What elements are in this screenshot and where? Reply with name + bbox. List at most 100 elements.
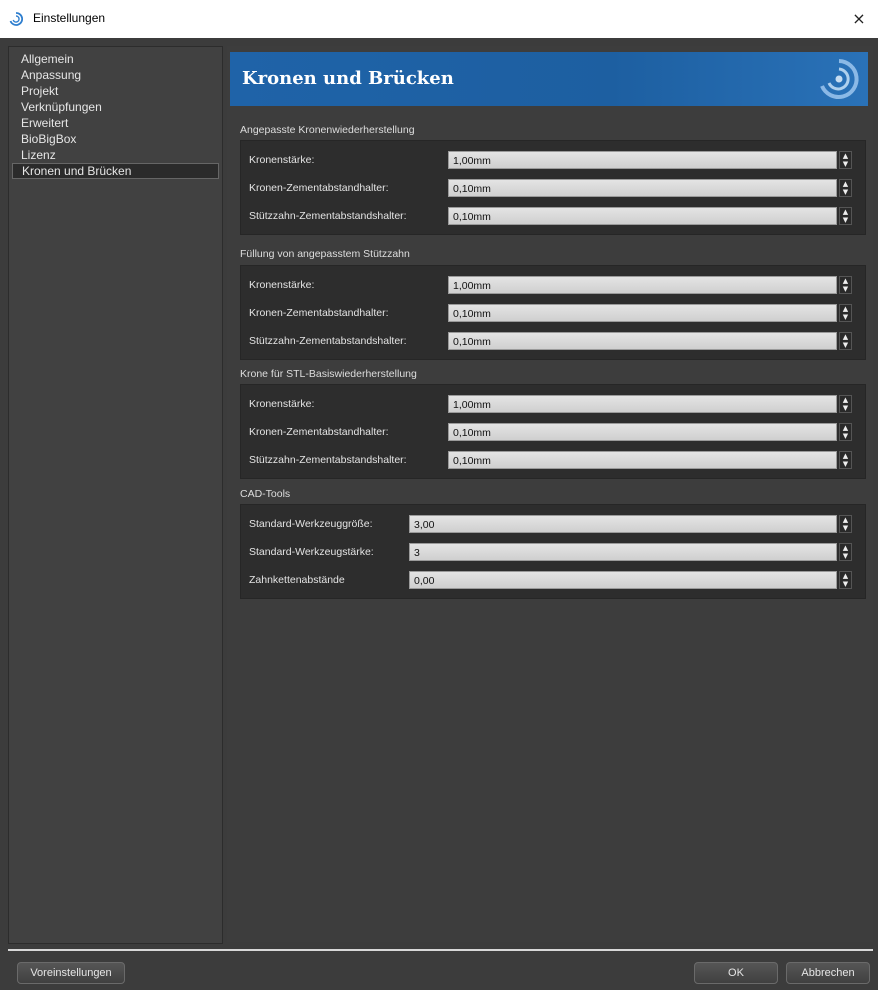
field-label: Standard-Werkzeuggröße: — [249, 518, 373, 530]
sidebar-item-biobigbox[interactable]: BioBigBox — [12, 131, 219, 147]
spinner-up-icon[interactable]: ▲ — [843, 305, 848, 313]
spinner-arrows-icon[interactable]: ▲ ▼ — [839, 332, 852, 350]
page-title: Kronen und Brücken — [242, 68, 454, 89]
field-label: Kronen-Zementabstandhalter: — [249, 426, 389, 438]
field-label: Stützzahn-Zementabstandshalter: — [249, 210, 407, 222]
group-title-fuellung-stuetzzahn: Füllung von angepasstem Stützzahn — [240, 248, 410, 260]
spinner-down-icon[interactable]: ▼ — [843, 404, 848, 412]
spinner-up-icon[interactable]: ▲ — [843, 333, 848, 341]
settings-content-panel: Kronen und Brücken Angepasste Kronenwied… — [227, 46, 873, 942]
field-label: Stützzahn-Zementabstandshalter: — [249, 454, 407, 466]
spinner-up-icon[interactable]: ▲ — [843, 516, 848, 524]
spinner-down-icon[interactable]: ▼ — [843, 524, 848, 532]
setting-row: Zahnkettenabstände 0,00 ▲ ▼ — [241, 571, 865, 591]
spinner-down-icon[interactable]: ▼ — [843, 432, 848, 440]
sidebar-item-allgemein[interactable]: Allgemein — [12, 51, 219, 67]
spinner-up-icon[interactable]: ▲ — [843, 180, 848, 188]
spinner-up-icon[interactable]: ▲ — [843, 452, 848, 460]
spinner-down-icon[interactable]: ▼ — [843, 216, 848, 224]
kronenstaerke-input[interactable]: 1,00mm — [448, 395, 837, 413]
group-title-cad-tools: CAD-Tools — [240, 488, 291, 500]
group-krone-stl-basis: Kronenstärke: 1,00mm ▲ ▼ Kronen-Zementabs… — [240, 384, 866, 479]
field-label: Kronenstärke: — [249, 279, 315, 291]
zahnkettenabstaende-input[interactable]: 0,00 — [409, 571, 837, 589]
spinner-arrows-icon[interactable]: ▲ ▼ — [839, 571, 852, 589]
spinner-arrows-icon[interactable]: ▲ ▼ — [839, 451, 852, 469]
spinner-down-icon[interactable]: ▼ — [843, 341, 848, 349]
spinner-up-icon[interactable]: ▲ — [843, 208, 848, 216]
spinner-arrows-icon[interactable]: ▲ ▼ — [839, 304, 852, 322]
sidebar-item-projekt[interactable]: Projekt — [12, 83, 219, 99]
standard-werkzeuggroesse-input[interactable]: 3,00 — [409, 515, 837, 533]
kronen-zementabstandhalter-input[interactable]: 0,10mm — [448, 423, 837, 441]
setting-row: Kronen-Zementabstandhalter: 0,10mm ▲ ▼ — [241, 179, 865, 199]
sidebar-item-verknuepfungen[interactable]: Verknüpfungen — [12, 99, 219, 115]
setting-row: Stützzahn-Zementabstandshalter: 0,10mm ▲… — [241, 451, 865, 471]
spinner-down-icon[interactable]: ▼ — [843, 313, 848, 321]
standard-werkzeugstaerke-input[interactable]: 3 — [409, 543, 837, 561]
app-logo-icon — [9, 12, 23, 26]
spinner-up-icon[interactable]: ▲ — [843, 396, 848, 404]
field-label: Standard-Werkzeugstärke: — [249, 546, 374, 558]
stuetzzahn-zementabstandshalter-input[interactable]: 0,10mm — [448, 451, 837, 469]
sidebar-item-anpassung[interactable]: Anpassung — [12, 67, 219, 83]
kronenstaerke-input[interactable]: 1,00mm — [448, 276, 837, 294]
spinner-down-icon[interactable]: ▼ — [843, 460, 848, 468]
setting-row: Standard-Werkzeugstärke: 3 ▲ ▼ — [241, 543, 865, 563]
page-header-banner: Kronen und Brücken — [230, 52, 868, 106]
window-title-bar: Einstellungen × — [0, 0, 878, 38]
group-title-angepasste-kronenwiederherstellung: Angepasste Kronenwiederherstellung — [240, 124, 415, 136]
setting-row: Kronenstärke: 1,00mm ▲ ▼ — [241, 395, 865, 415]
spinner-arrows-icon[interactable]: ▲ ▼ — [839, 179, 852, 197]
spiral-logo-icon — [820, 59, 859, 99]
spinner-arrows-icon[interactable]: ▲ ▼ — [839, 515, 852, 533]
setting-row: Kronenstärke: 1,00mm ▲ ▼ — [241, 276, 865, 296]
cancel-button[interactable]: Abbrechen — [786, 962, 870, 984]
setting-row: Kronen-Zementabstandhalter: 0,10mm ▲ ▼ — [241, 304, 865, 324]
window-title: Einstellungen — [33, 11, 106, 25]
defaults-button[interactable]: Voreinstellungen — [17, 962, 125, 984]
sidebar-item-erweitert[interactable]: Erweitert — [12, 115, 219, 131]
setting-row: Standard-Werkzeuggröße: 3,00 ▲ ▼ — [241, 515, 865, 535]
spinner-up-icon[interactable]: ▲ — [843, 424, 848, 432]
spinner-up-icon[interactable]: ▲ — [843, 277, 848, 285]
spinner-down-icon[interactable]: ▼ — [843, 552, 848, 560]
spinner-arrows-icon[interactable]: ▲ ▼ — [839, 207, 852, 225]
kronen-zementabstandhalter-input[interactable]: 0,10mm — [448, 304, 837, 322]
settings-category-list: Allgemein Anpassung Projekt Verknüpfunge… — [8, 46, 223, 944]
sidebar-item-lizenz[interactable]: Lizenz — [12, 147, 219, 163]
group-title-krone-stl-basis: Krone für STL-Basiswiederherstellung — [240, 368, 417, 380]
spinner-arrows-icon[interactable]: ▲ ▼ — [839, 543, 852, 561]
field-label: Stützzahn-Zementabstandshalter: — [249, 335, 407, 347]
spinner-up-icon[interactable]: ▲ — [843, 544, 848, 552]
stuetzzahn-zementabstandshalter-input[interactable]: 0,10mm — [448, 207, 837, 225]
setting-row: Stützzahn-Zementabstandshalter: 0,10mm ▲… — [241, 332, 865, 352]
spinner-arrows-icon[interactable]: ▲ ▼ — [839, 423, 852, 441]
field-label: Kronenstärke: — [249, 154, 315, 166]
spinner-down-icon[interactable]: ▼ — [843, 285, 848, 293]
sidebar-item-kronen-und-bruecken[interactable]: Kronen und Brücken — [12, 163, 219, 179]
spinner-arrows-icon[interactable]: ▲ ▼ — [839, 395, 852, 413]
spinner-up-icon[interactable]: ▲ — [843, 572, 848, 580]
kronenstaerke-input[interactable]: 1,00mm — [448, 151, 837, 169]
field-label: Kronen-Zementabstandhalter: — [249, 182, 389, 194]
group-fuellung-stuetzzahn: Kronenstärke: 1,00mm ▲ ▼ Kronen-Zementabs… — [240, 265, 866, 360]
ok-button[interactable]: OK — [694, 962, 778, 984]
spinner-down-icon[interactable]: ▼ — [843, 188, 848, 196]
stuetzzahn-zementabstandshalter-input[interactable]: 0,10mm — [448, 332, 837, 350]
group-cad-tools: Standard-Werkzeuggröße: 3,00 ▲ ▼ Standard… — [240, 504, 866, 599]
spinner-down-icon[interactable]: ▼ — [843, 580, 848, 588]
setting-row: Kronen-Zementabstandhalter: 0,10mm ▲ ▼ — [241, 423, 865, 443]
close-icon[interactable]: × — [848, 8, 870, 30]
group-angepasste-kronenwiederherstellung: Kronenstärke: 1,00mm ▲ ▼ Kronen-Zementabs… — [240, 140, 866, 235]
kronen-zementabstandhalter-input[interactable]: 0,10mm — [448, 179, 837, 197]
field-label: Kronenstärke: — [249, 398, 315, 410]
field-label: Kronen-Zementabstandhalter: — [249, 307, 389, 319]
spinner-arrows-icon[interactable]: ▲ ▼ — [839, 151, 852, 169]
setting-row: Kronenstärke: 1,00mm ▲ ▼ — [241, 151, 865, 171]
spinner-up-icon[interactable]: ▲ — [843, 152, 848, 160]
spinner-arrows-icon[interactable]: ▲ ▼ — [839, 276, 852, 294]
setting-row: Stützzahn-Zementabstandshalter: 0,10mm ▲… — [241, 207, 865, 227]
spinner-down-icon[interactable]: ▼ — [843, 160, 848, 168]
field-label: Zahnkettenabstände — [249, 574, 345, 586]
